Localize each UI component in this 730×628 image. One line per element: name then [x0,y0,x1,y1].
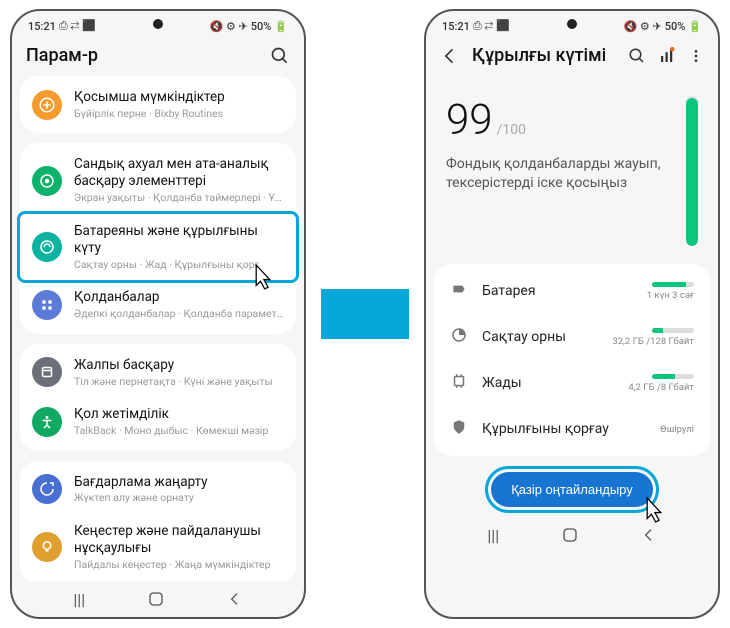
row-subtitle: Жүктеп алу және орнату [74,492,284,505]
care-meta: Өшірулі [660,424,694,435]
settings-row-tips[interactable]: Кеңестер және пайдаланушы нұсқаулығы Пайд… [20,514,296,580]
care-meta: 32,2 ГБ /128 Гбайт [612,328,694,347]
update-icon [32,474,62,504]
general-icon [32,357,62,387]
transition-arrow [321,289,409,339]
phone-left: 15:21⎙ ⇄ ⬛ 🔇 ⚙ ✈︎ 50%🔋 Парам-р Қосымша м… [10,9,306,619]
row-subtitle: Тіл және пернетақта · Күні және уақыты [74,376,284,389]
row-subtitle: TalkBack · Моно дыбыс · Көмекші мәзір [74,425,284,438]
row-title: Сандық ахуал мен ата-аналық басқару элем… [74,156,284,190]
device-care-header: Құрылғы күтімі [426,37,718,76]
row-subtitle: Экран уақыты · Қолданба таймерлері · Ұйы… [74,192,284,205]
search-icon[interactable] [628,47,646,65]
care-label: Батарея [482,283,633,299]
page-title: Парам-р [26,45,258,66]
score-bar [686,96,698,246]
settings-row-care[interactable]: Батареяны және құрылғыны күту Сақтау орны… [17,211,299,283]
chart-icon[interactable] [658,47,676,65]
row-title: Жалпы басқару [74,357,284,374]
home-button[interactable] [562,527,578,543]
apps-icon [32,290,62,320]
care-row-shield[interactable]: Құрылғыны қорғау Өшірулі [434,406,710,452]
care-label: Сақтау орны [482,329,598,345]
battery-icon [450,280,468,302]
row-subtitle: Пайдалы кеңестер · Жаңа мүмкіндіктер [74,559,284,572]
back-button[interactable] [227,591,243,607]
care-label: Жады [482,375,614,391]
settings-row-update[interactable]: Бағдарлама жаңартуЖүктеп алу және орнату [20,465,296,514]
row-subtitle: Әдепкі қолданбалар · Қолданба параметрле… [74,308,284,321]
optimize-button[interactable]: Қазір оңтайландыру [491,472,653,507]
settings-row-accessibility[interactable]: Қол жетімділік TalkBack · Моно дыбыс · Кө… [20,397,296,446]
score-message: Фондық қолданбаларды жауып, тексерістерд… [446,155,672,193]
row-subtitle: Сақтау орны · Жад · Құрылғыны қорғ [74,259,284,272]
score-panel: 99 /100 Фондық қолданбаларды жауып, текс… [426,76,718,256]
storage-icon [450,326,468,348]
care-label: Құрылғыны қорғау [482,421,646,437]
score-max: /100 [497,122,526,138]
row-title: Кеңестер және пайдаланушы нұсқаулығы [74,523,284,557]
memory-icon [450,372,468,394]
back-icon[interactable] [440,46,460,66]
care-icon [32,232,62,262]
accessibility-icon [32,407,62,437]
settings-row-wellbeing[interactable]: Сандық ахуал мен ата-аналық басқару элем… [20,147,296,213]
care-row-storage[interactable]: Сақтау орны 32,2 ГБ /128 Гбайт [434,314,710,360]
row-subtitle: Бүйірлік перне · Bixby Routines [74,108,284,121]
phone-right: 15:21⎙ ⇄ ⬛ 🔇 ⚙ ✈︎ 50%🔋 Құрылғы күтімі 99… [424,9,720,619]
page-title: Құрылғы күтімі [472,45,616,66]
nav-bar: ||| [12,581,304,617]
row-title: Қолданбалар [74,289,284,306]
plus-icon [32,90,62,120]
search-icon[interactable] [270,46,290,66]
care-list: Батарея 1 күн 3 сағ Сақтау орны 32,2 ГБ /12… [434,264,710,456]
tips-icon [32,532,62,562]
shield-icon [450,418,468,440]
care-row-battery[interactable]: Батарея 1 күн 3 сағ [434,268,710,314]
settings-row-general[interactable]: Жалпы басқару Тіл және пернетақта · Күні … [20,348,296,397]
care-row-memory[interactable]: Жады 4,2 ГБ /8 Гбайт [434,360,710,406]
care-meta: 1 күн 3 сағ [647,282,694,301]
camera-notch [567,19,577,29]
recents-button[interactable]: ||| [487,526,499,545]
recents-button[interactable]: ||| [73,590,85,609]
row-title: Қосымша мүмкіндіктер [74,89,284,106]
nav-bar: ||| [426,517,718,553]
row-title: Бағдарлама жаңарту [74,474,284,491]
home-button[interactable] [148,591,164,607]
camera-notch [153,19,163,29]
settings-list: Қосымша мүмкіндіктер Бүйірлік перне · Bix… [12,76,304,581]
settings-row-apps[interactable]: Қолданбалар Әдепкі қолданбалар · Қолданба… [20,280,296,329]
row-title: Батареяны және құрылғыны күту [74,223,284,257]
score-value: 99 [446,96,493,145]
row-title: Қол жетімділік [74,406,284,423]
settings-row-plus[interactable]: Қосымша мүмкіндіктер Бүйірлік перне · Bix… [20,80,296,129]
more-icon[interactable] [688,47,704,65]
settings-header: Парам-р [12,37,304,76]
care-meta: 4,2 ГБ /8 Гбайт [628,374,694,393]
wellbeing-icon [32,166,62,196]
back-button[interactable] [641,527,657,543]
